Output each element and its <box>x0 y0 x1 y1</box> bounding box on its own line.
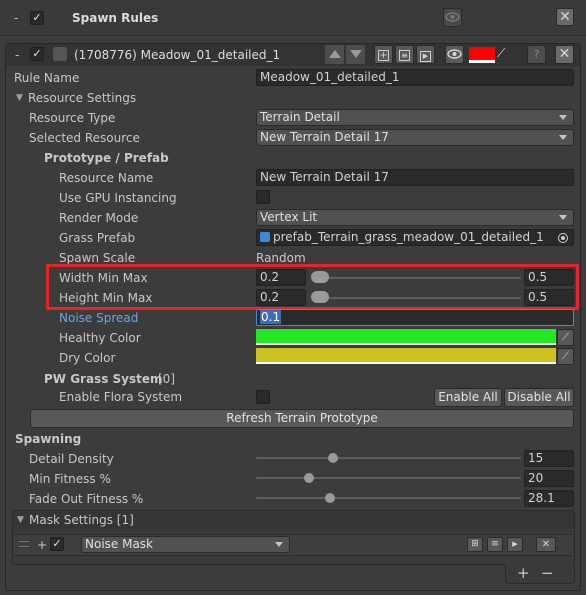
help-icon[interactable]: ? <box>527 45 546 64</box>
rule-enable-checkbox[interactable]: ✓ <box>30 47 44 61</box>
detail-density-track[interactable] <box>256 457 521 459</box>
prefab-cube-icon <box>260 232 270 242</box>
grass-prefab-object-field[interactable]: prefab_Terrain_grass_meadow_01_detailed_… <box>256 229 574 246</box>
rule-name-input[interactable]: Meadow_01_detailed_1 <box>256 69 574 86</box>
header-enable-checkbox[interactable]: ✓ <box>30 11 44 25</box>
footer-remove-button[interactable]: − <box>541 565 554 581</box>
selected-resource-dropdown[interactable]: New Terrain Detail 17 <box>256 129 574 146</box>
selected-resource-label: Selected Resource <box>29 131 140 145</box>
rule-color-swatch[interactable] <box>469 47 495 63</box>
enable-all-button[interactable]: Enable All <box>434 388 502 407</box>
prototype-prefab-heading: Prototype / Prefab <box>44 151 169 165</box>
mask-type-dropdown[interactable]: Noise Mask <box>81 536 290 553</box>
refresh-terrain-prototype-button[interactable]: Refresh Terrain Prototype <box>30 409 574 428</box>
header-visibility-icon[interactable] <box>443 8 462 27</box>
resource-settings-label[interactable]: Resource Settings <box>28 90 136 106</box>
enable-flora-checkbox[interactable] <box>256 390 270 404</box>
disable-all-button[interactable]: Disable All <box>504 388 574 407</box>
spawning-heading: Spawning <box>15 432 82 446</box>
move-up-icon[interactable] <box>325 45 344 64</box>
move-down-icon[interactable] <box>346 45 365 64</box>
delete-rule-icon[interactable]: ✕ <box>555 45 574 64</box>
header-collapse-button[interactable]: - <box>14 10 18 26</box>
resource-type-label: Resource Type <box>29 111 116 125</box>
noise-spread-input[interactable]: 0.1 <box>256 309 574 326</box>
rule-name-label: Rule Name <box>14 71 80 85</box>
resource-type-dropdown[interactable]: Terrain Detail <box>256 109 574 126</box>
object-picker-icon[interactable] <box>558 233 568 243</box>
min-fitness-input[interactable]: 20 <box>524 470 574 487</box>
fade-out-fitness-track[interactable] <box>256 497 521 499</box>
gpu-instancing-label: Use GPU Instancing <box>59 191 177 205</box>
mask-duplicate-icon[interactable]: ≡ <box>487 537 503 552</box>
mask-settings-foldout-icon[interactable]: ▼ <box>17 512 24 528</box>
mask-enable-checkbox[interactable]: ✓ <box>50 537 64 551</box>
fade-out-fitness-label: Fade Out Fitness % <box>29 492 144 506</box>
mask-remove-icon[interactable]: ✕ <box>536 537 556 552</box>
mask-add-button[interactable]: + <box>37 537 47 553</box>
grass-prefab-label: Grass Prefab <box>59 231 136 245</box>
add-rule-icon[interactable]: + <box>374 45 393 64</box>
dry-color-swatch[interactable] <box>256 348 556 364</box>
rule-title: (1708776) Meadow_01_detailed_1 <box>74 48 281 62</box>
dry-color-eyedropper-icon[interactable]: ⟋ <box>557 348 574 365</box>
header-close-icon[interactable]: ✕ <box>556 8 574 26</box>
min-fitness-label: Min Fitness % <box>29 472 111 486</box>
play-rule-icon[interactable]: ▶ <box>416 45 435 64</box>
pw-grass-system-heading: PW Grass System <box>44 372 163 386</box>
noise-spread-label: Noise Spread <box>59 311 139 325</box>
header-title: Spawn Rules <box>72 11 159 25</box>
footer-add-button[interactable]: + <box>517 565 530 581</box>
resource-name-label: Resource Name <box>59 171 154 185</box>
rule-visibility-icon[interactable] <box>445 45 464 64</box>
enable-flora-label: Enable Flora System <box>59 390 183 404</box>
drag-handle-icon[interactable] <box>19 541 29 547</box>
healthy-color-label: Healthy Color <box>59 331 141 345</box>
gpu-instancing-checkbox[interactable] <box>256 190 270 204</box>
rule-lock-icon <box>53 47 67 61</box>
healthy-color-swatch[interactable] <box>256 329 556 345</box>
mask-add-icon[interactable]: ⊞ <box>467 537 483 552</box>
render-mode-label: Render Mode <box>59 211 139 225</box>
min-fitness-knob[interactable] <box>304 473 314 483</box>
mask-play-icon[interactable]: ▶ <box>507 537 523 552</box>
mask-settings-label[interactable]: Mask Settings [1] <box>29 512 134 528</box>
footer-bar <box>505 564 575 584</box>
pw-grass-system-count: [0] <box>158 372 175 386</box>
eyedropper-icon[interactable]: ⟋ <box>497 46 511 62</box>
resource-name-input[interactable]: New Terrain Detail 17 <box>256 169 574 186</box>
min-fitness-track[interactable] <box>256 477 521 479</box>
detail-density-knob[interactable] <box>327 453 338 463</box>
dry-color-label: Dry Color <box>59 351 116 365</box>
resource-settings-foldout-icon[interactable]: ▼ <box>16 90 23 106</box>
highlight-box <box>46 264 579 310</box>
detail-density-label: Detail Density <box>29 452 114 466</box>
fade-out-fitness-input[interactable]: 28.1 <box>524 490 574 507</box>
detail-density-input[interactable]: 15 <box>524 450 574 467</box>
render-mode-dropdown[interactable]: Vertex Lit <box>256 209 574 226</box>
healthy-color-eyedropper-icon[interactable]: ⟋ <box>557 329 574 346</box>
rule-collapse-button[interactable]: - <box>15 47 19 63</box>
duplicate-rule-icon[interactable]: ≡ <box>395 45 414 64</box>
